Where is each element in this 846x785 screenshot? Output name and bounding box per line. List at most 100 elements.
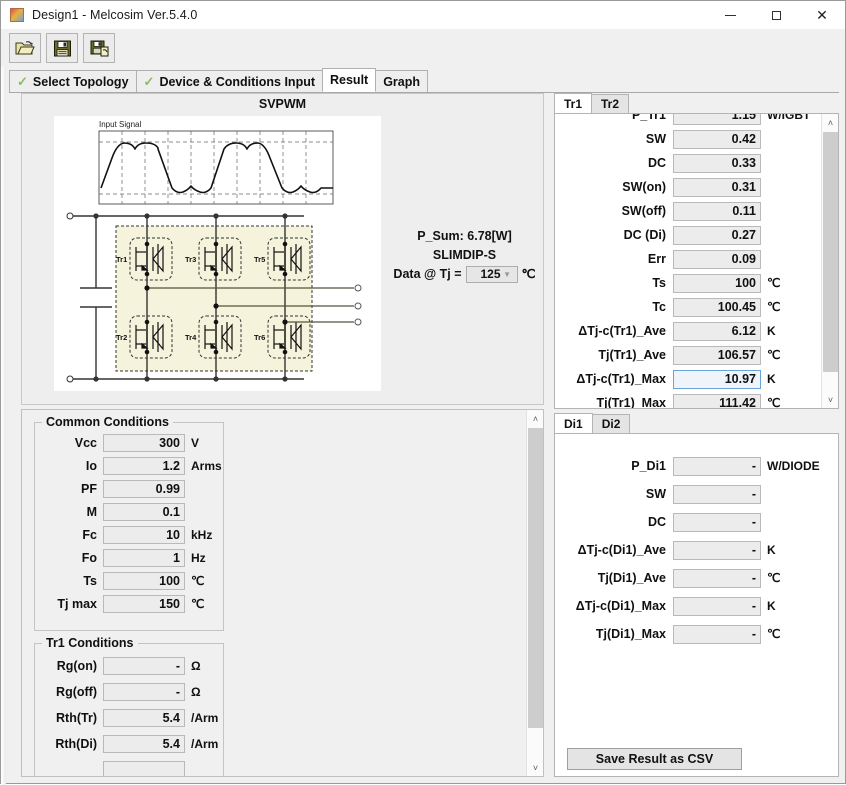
input-fo[interactable]: 1 [103,549,185,567]
value-ts[interactable]: 100 [673,274,761,293]
input-rgoff[interactable]: - [103,683,185,701]
value-di-dtjc-ave[interactable]: - [673,541,761,560]
value-di-dc[interactable]: - [673,513,761,532]
tr1-conditions-group: Tr1 Conditions Rg(on) - Ω Rg(off) - Ω Rt… [34,643,224,777]
tab-di1[interactable]: Di1 [554,413,593,433]
tr1-rows: P_Tr1 1.15 W/IGBT SW 0.42 DC 0.33 [555,113,838,409]
scroll-down-arrow[interactable]: ˅ [527,759,544,776]
device-label-tr3: Tr3 [185,255,196,264]
unit-di-dtjc-ave: K [767,543,821,557]
di1-results-body: P_Di1 - W/DIODE SW - DC - [554,433,839,777]
input-tjmax[interactable]: 150 [103,595,185,613]
input-rthdi[interactable]: 5.4 [103,735,185,753]
open-file-button[interactable] [9,33,41,63]
check-icon: ✓ [144,75,155,88]
chevron-down-icon: ▼ [501,265,514,284]
unit-rgoff: Ω [191,685,201,699]
input-m[interactable]: 0.1 [103,503,185,521]
value-dc[interactable]: 0.33 [673,154,761,173]
tj-dropdown[interactable]: 125 ▼ [466,266,518,283]
tab-result[interactable]: Result [322,68,376,92]
field-row-m: M 0.1 [35,501,223,523]
device-label-tr6: Tr6 [254,333,265,342]
transistor-results-panel: Tr1 Tr2 P_Tr1 1.15 W/IGBT SW 0.42 [554,93,839,409]
p-sum-label: P_Sum: 6.78[W] [387,227,542,246]
common-conditions-legend: Common Conditions [42,415,173,429]
label-sw: SW [555,132,673,146]
scroll-up-arrow[interactable]: ˄ [822,114,839,131]
input-ts[interactable]: 100 [103,572,185,590]
label-dtjc-max: ΔTj-c(Tr1)_Max [555,372,673,386]
value-err[interactable]: 0.09 [673,250,761,269]
value-tj-max[interactable]: 111.42 [673,394,761,410]
tj-unit-label: ℃ [522,265,536,284]
common-conditions-group: Common Conditions Vcc 300 V Io 1.2 Arms … [34,422,224,631]
value-dtjc-max[interactable]: 10.97 [673,370,761,389]
result-row-p-tr1: P_Tr1 1.15 W/IGBT [555,113,838,127]
label-fc: Fc [35,528,97,542]
tab-label: Select Topology [33,75,129,89]
label-dc-di: DC (Di) [555,228,673,242]
label-pf: PF [35,482,97,496]
minimize-button[interactable] [707,1,753,29]
value-p-tr1[interactable]: 1.15 [673,113,761,125]
input-vcc[interactable]: 300 [103,434,185,452]
value-tj-ave[interactable]: 106.57 [673,346,761,365]
value-dc-di[interactable]: 0.27 [673,226,761,245]
input-rgon[interactable]: - [103,657,185,675]
label-rthtr: Rth(Tr) [35,711,97,725]
input-pf[interactable]: 0.99 [103,480,185,498]
tab-tr2[interactable]: Tr2 [591,94,629,113]
unit-dtjc-ave: K [767,324,821,338]
result-row-di-tj-ave: Tj(Di1)_Ave - ℃ [555,564,838,592]
input-fc[interactable]: 10 [103,526,185,544]
value-di-tj-max[interactable]: - [673,625,761,644]
device-label-tr2: Tr2 [116,333,127,342]
save-as-button[interactable] [83,33,115,63]
unit-dtjc-max: K [767,372,821,386]
device-label-tr5: Tr5 [254,255,265,264]
scroll-up-arrow[interactable]: ˄ [527,410,544,427]
field-row-rgoff: Rg(off) - Ω [35,679,223,704]
tab-label: Tr1 [564,97,582,111]
result-row-dc-di: DC (Di) 0.27 [555,223,838,247]
value-tc[interactable]: 100.45 [673,298,761,317]
save-result-as-csv-button[interactable]: Save Result as CSV [567,748,742,770]
result-row-ts: Ts 100 ℃ [555,271,838,295]
value-di-sw[interactable]: - [673,485,761,504]
unit-fc: kHz [191,528,212,542]
field-row-vcc: Vcc 300 V [35,432,223,454]
scroll-down-arrow[interactable]: ˅ [822,391,839,408]
value-p-di1[interactable]: - [673,457,761,476]
value-dtjc-ave[interactable]: 6.12 [673,322,761,341]
value-di-tj-ave[interactable]: - [673,569,761,588]
close-button[interactable]: ✕ [799,1,845,29]
tab-di2[interactable]: Di2 [592,414,631,433]
value-di-dtjc-max[interactable]: - [673,597,761,616]
input-io[interactable]: 1.2 [103,457,185,475]
unit-di-dtjc-max: K [767,599,821,613]
value-sw-on[interactable]: 0.31 [673,178,761,197]
tr1-results-scrollbar[interactable]: ˄ ˅ [821,114,838,408]
device-name-label: SLIMDIP-S [387,246,542,265]
value-sw-off[interactable]: 0.11 [673,202,761,221]
tab-device-conditions-input[interactable]: ✓ Device & Conditions Input [136,70,323,92]
tab-graph[interactable]: Graph [375,70,428,92]
tj-selector-row: Data @ Tj = 125 ▼ ℃ [387,265,542,284]
open-folder-icon [15,39,35,57]
tr-tabs: Tr1 Tr2 [554,93,839,113]
conditions-scrollbar[interactable]: ˄ ˅ [526,410,543,776]
input-rthtr[interactable]: 5.4 [103,709,185,727]
save-button[interactable] [46,33,78,63]
tab-select-topology[interactable]: ✓ Select Topology [9,70,137,92]
result-row-tj-ave: Tj(Tr1)_Ave 106.57 ℃ [555,343,838,367]
unit-di-tj-ave: ℃ [767,571,821,585]
result-row-dtjc-max: ΔTj-c(Tr1)_Max 10.97 K [555,367,838,391]
value-sw[interactable]: 0.42 [673,130,761,149]
label-di-tj-max: Tj(Di1)_Max [555,627,673,641]
tab-tr1[interactable]: Tr1 [554,93,592,113]
scroll-thumb[interactable] [823,132,838,372]
label-p-di1: P_Di1 [555,459,673,473]
maximize-button[interactable] [753,1,799,29]
scroll-thumb[interactable] [528,428,543,728]
